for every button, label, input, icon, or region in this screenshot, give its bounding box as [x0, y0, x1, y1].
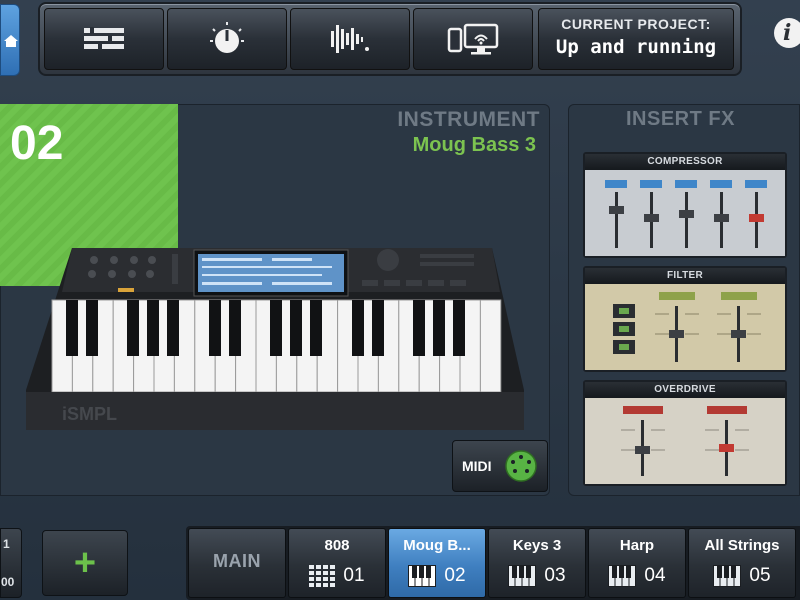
- overdrive-controls[interactable]: [585, 398, 785, 484]
- tab-track-name: Harp: [619, 537, 655, 554]
- fx-filter-label: FILTER: [585, 268, 785, 284]
- tab-track-name: Moug B...: [403, 537, 471, 554]
- tab-main-label: MAIN: [213, 551, 261, 571]
- fx-overdrive[interactable]: OVERDRIVE: [583, 380, 787, 486]
- top-toolbar: CURRENT PROJECT: Up and running: [38, 2, 742, 76]
- compressor-faders[interactable]: [585, 170, 785, 256]
- devices-button[interactable]: [413, 8, 533, 70]
- tab-track-number: 01: [343, 565, 365, 586]
- waveform-icon: [331, 25, 369, 53]
- bottom-left-line2: 00: [1, 575, 15, 589]
- piano-keys-icon: [408, 565, 437, 587]
- fx-compressor[interactable]: COMPRESSOR: [583, 152, 787, 258]
- bottom-left-line1: 1: [3, 537, 10, 551]
- keyboard-brand: iSMPL: [62, 404, 117, 424]
- project-name: Up and running: [555, 36, 717, 58]
- tab-track-number: 03: [544, 565, 566, 586]
- add-track-button[interactable]: +: [42, 530, 128, 596]
- project-label: CURRENT PROJECT:: [561, 16, 711, 32]
- tab-track-01[interactable]: 808 01: [288, 528, 386, 598]
- current-project[interactable]: CURRENT PROJECT: Up and running: [538, 8, 734, 70]
- track-bar: MAIN 808 01 Moug B... 02 Keys 3 03 Harp …: [186, 526, 800, 600]
- tab-track-03[interactable]: Keys 3 03: [488, 528, 586, 598]
- mixer-button[interactable]: [44, 8, 164, 70]
- instrument-heading: INSTRUMENT: [397, 108, 540, 131]
- devices-wifi-icon: [447, 23, 499, 55]
- fx-filter[interactable]: FILTER: [583, 266, 787, 372]
- tab-track-name: All Strings: [704, 537, 780, 554]
- tab-track-name: 808: [324, 537, 350, 554]
- tab-track-04[interactable]: Harp 04: [588, 528, 686, 598]
- mixer-icon: [84, 27, 124, 50]
- midi-button[interactable]: MIDI: [452, 440, 548, 492]
- knob-button[interactable]: [167, 8, 287, 70]
- waveform-button[interactable]: [290, 8, 410, 70]
- track-number: 02: [10, 117, 64, 170]
- tab-track-name: Keys 3: [512, 537, 562, 554]
- knob-icon: [210, 22, 244, 53]
- home-icon: [4, 35, 18, 47]
- filter-controls[interactable]: [585, 284, 785, 370]
- bottom-left-tab[interactable]: 1 00: [0, 528, 22, 598]
- tab-track-number: 04: [644, 565, 666, 586]
- info-button[interactable]: i: [774, 18, 800, 48]
- tab-track-02[interactable]: Moug B... 02: [388, 528, 486, 598]
- tab-track-number: 02: [444, 565, 466, 586]
- tab-main[interactable]: MAIN: [188, 528, 286, 598]
- insert-fx-title: INSERT FX: [626, 108, 735, 130]
- fx-compressor-label: COMPRESSOR: [585, 154, 785, 170]
- fx-overdrive-label: OVERDRIVE: [585, 382, 785, 398]
- midi-port-icon: [504, 450, 537, 482]
- home-tab[interactable]: [0, 4, 20, 76]
- tab-track-number: 05: [749, 565, 771, 586]
- instrument-name[interactable]: Moug Bass 3: [316, 134, 536, 157]
- drum-pad-icon: [309, 565, 336, 587]
- piano-keys-icon: [508, 565, 537, 587]
- piano-keys-icon: [713, 565, 742, 587]
- midi-label: MIDI: [462, 458, 492, 474]
- keyboard-image[interactable]: iSMPL: [22, 240, 528, 436]
- tab-track-05[interactable]: All Strings 05: [688, 528, 796, 598]
- piano-keys-icon: [608, 565, 637, 587]
